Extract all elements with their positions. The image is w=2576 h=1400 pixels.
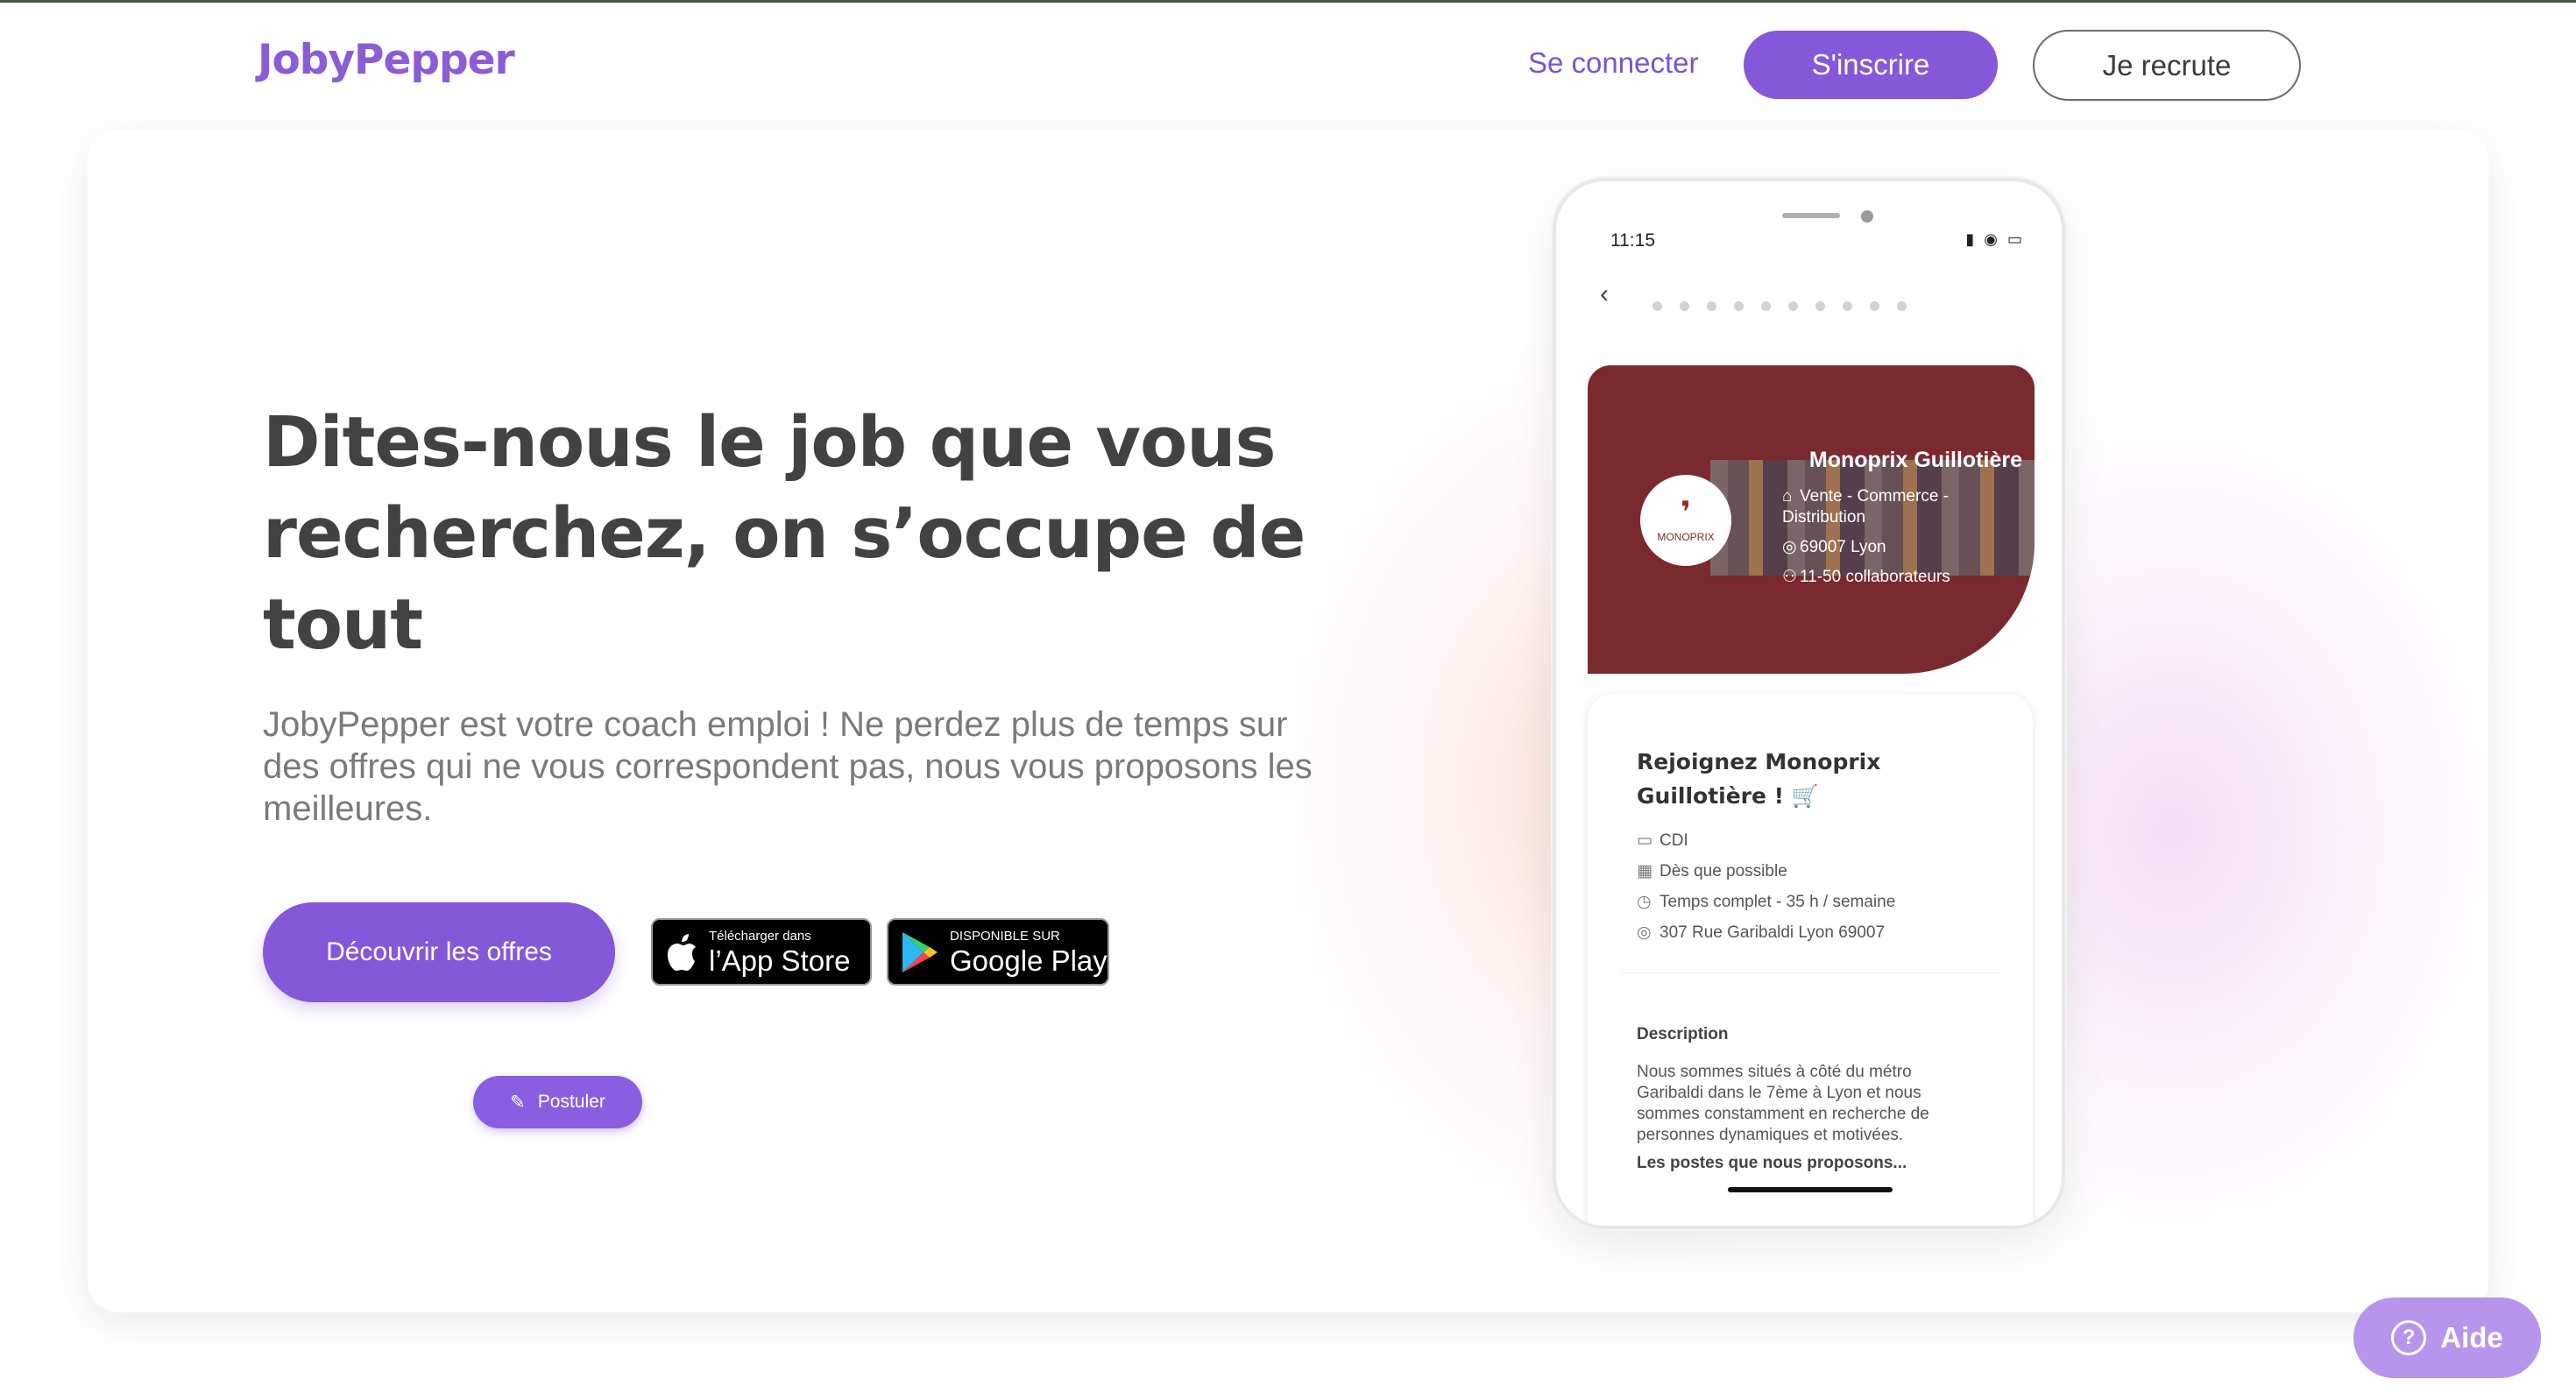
company-logo: ❜ MONOPRIX [1640,475,1731,566]
apply-label: Postuler [537,1092,605,1112]
job-title: Rejoignez Monoprix Guillotière ! 🛒 [1637,749,1881,809]
company-logo-text: MONOPRIX [1657,531,1715,543]
app-store-badge[interactable]: Télécharger dans l’App Store [651,918,872,986]
google-play-icon [902,931,938,972]
phone-camera [1861,210,1873,223]
location-pin-icon: ◎ [1637,923,1652,942]
monoprix-mark-icon: ❜ [1681,496,1691,529]
company-info: ⌂ Vente - Commerce - Distribution ◎ 69007 … [1782,486,2035,597]
help-button[interactable]: ? Aide [2353,1297,2541,1378]
company-card: ❜ MONOPRIX Monoprix Guillotière ⌂ Vente -… [1588,365,2035,674]
pencil-icon: ✎ [510,1092,526,1113]
briefcase-icon: ▭ [1637,831,1652,850]
job-schedule: Temps complet - 35 h / semaine [1660,893,1896,911]
phone-mockup: 11:15 ▮ ◉ ▭ ‹ ❜ MONOPRIX Monoprix Guillo… [1553,178,2065,1229]
divider [1621,972,2001,973]
discover-offers-button[interactable]: Découvrir les offres [263,902,615,1002]
clock-icon: ◷ [1637,893,1652,911]
apply-button[interactable]: ✎ Postuler [473,1076,642,1128]
google-play-small: DISPONIBLE SUR [950,928,1060,944]
description-title: Description [1637,1025,1729,1043]
help-label: Aide [2440,1321,2503,1354]
calendar-icon: ▦ [1637,862,1652,880]
home-indicator [1728,1187,1893,1192]
job-start: Dès que possible [1660,862,1787,880]
company-name: Monoprix Guillotière [1808,448,2022,472]
status-time: 11:15 [1610,230,1655,251]
signal-wifi-battery-icon: ▮ ◉ ▭ [1965,230,2025,248]
app-store-big: l’App Store [709,944,851,977]
positions-title: Les postes que nous proposons... [1637,1154,1907,1172]
description-text: Nous sommes situés à côté du métro Garib… [1637,1063,1929,1144]
hero-headline: Dites-nous le job que vous recherchez, o… [263,402,1306,665]
back-chevron-icon[interactable]: ‹ [1600,279,1609,309]
job-card: Rejoignez Monoprix Guillotière ! 🛒 ▭ CDI … [1588,694,2033,1226]
app-store-small: Télécharger dans [709,928,811,944]
company-size: 11-50 collaborateurs [1800,568,1950,586]
job-details: ▭ CDI ▦ Dès que possible ◷ Temps complet - … [1637,825,1895,948]
hero-subtitle: JobyPepper est votre coach emploi ! Ne p… [263,705,1313,828]
google-play-big: Google Play [950,944,1108,977]
phone-speaker [1782,213,1840,218]
tag-icon: ⌂ [1782,487,1793,506]
question-icon: ? [2391,1320,2427,1355]
job-address: 307 Rue Garibaldi Lyon 69007 [1660,923,1886,942]
recruit-button[interactable]: Je recrute [2033,30,2301,101]
location-pin-icon: ◎ [1782,538,1797,556]
company-location: 69007 Lyon [1800,538,1886,556]
login-link[interactable]: Se connecter [1528,46,1698,80]
apple-icon [668,933,696,971]
progress-dots [1652,301,1907,311]
company-sector: Vente - Commerce - Distribution [1782,487,1949,527]
logo[interactable]: JobyPepper [258,36,515,84]
signup-button[interactable]: S'inscrire [1744,31,1998,99]
google-play-badge[interactable]: DISPONIBLE SUR Google Play [887,918,1109,986]
people-icon: ⚇ [1782,568,1798,586]
hero-card: Dites-nous le job que vous recherchez, o… [88,130,2488,1312]
job-contract: CDI [1660,831,1688,850]
